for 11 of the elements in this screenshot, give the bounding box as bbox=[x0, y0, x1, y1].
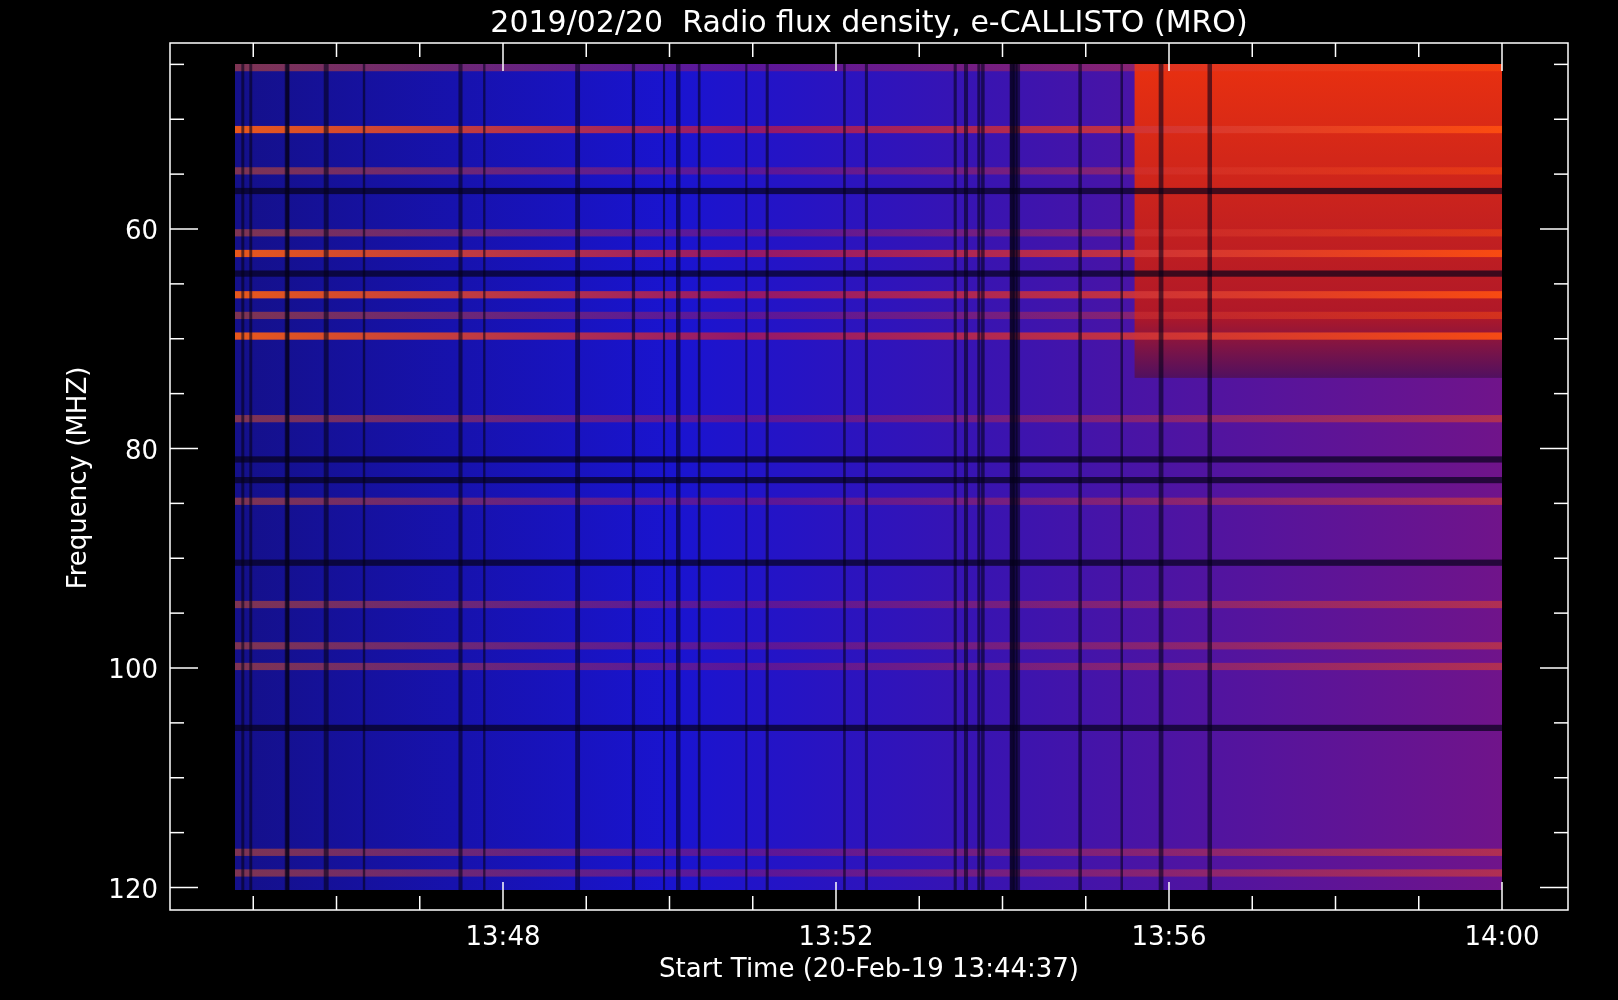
x-axis-label: Start Time (20-Feb-19 13:44:37) bbox=[659, 953, 1079, 983]
y-axis-label: Frequency (MHZ) bbox=[62, 366, 92, 590]
x-tick-label: 13:52 bbox=[798, 921, 874, 951]
y-tick-label: 80 bbox=[124, 434, 158, 465]
plot-title: 2019/02/20 Radio flux density, e-CALLISTO (MRO) bbox=[490, 4, 1248, 39]
x-tick-label: 13:56 bbox=[1131, 921, 1207, 951]
x-tick-label: 14:00 bbox=[1464, 921, 1540, 951]
y-tick-label: 60 bbox=[124, 215, 158, 245]
y-tick-label: 120 bbox=[108, 873, 158, 904]
y-tick-label: 100 bbox=[108, 654, 158, 684]
x-tick-label: 13:48 bbox=[465, 921, 541, 951]
